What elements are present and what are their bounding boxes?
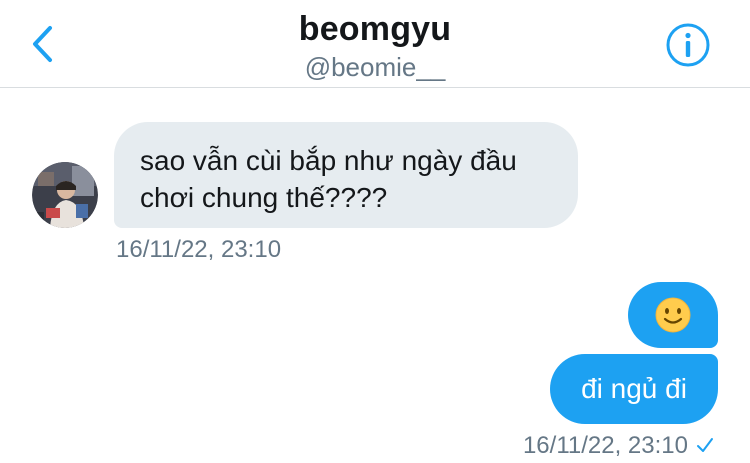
- avatar-photo: [32, 162, 98, 228]
- dm-conversation-screen: beomgyu @beomie__ sao vẫn cùi bắp như ng…: [0, 0, 750, 463]
- smiling-face-emoji: [655, 297, 691, 333]
- conversation-header: beomgyu @beomie__: [0, 0, 750, 88]
- incoming-message-bubble[interactable]: sao vẫn cùi bắp như ngày đầu chơi chung …: [114, 122, 578, 228]
- contact-handle: @beomie__: [304, 52, 446, 82]
- info-circle-icon: [666, 23, 710, 67]
- contact-name: beomgyu: [298, 10, 452, 48]
- outgoing-emoji-bubble[interactable]: [628, 282, 718, 348]
- message-timestamp: 16/11/22, 23:10: [522, 432, 688, 459]
- sent-check-icon: [697, 438, 713, 452]
- avatar[interactable]: [32, 162, 98, 228]
- info-button[interactable]: [665, 22, 711, 68]
- message-timestamp: 16/11/22, 23:10: [116, 236, 282, 263]
- outgoing-message-bubble[interactable]: đi ngủ đi: [550, 354, 718, 424]
